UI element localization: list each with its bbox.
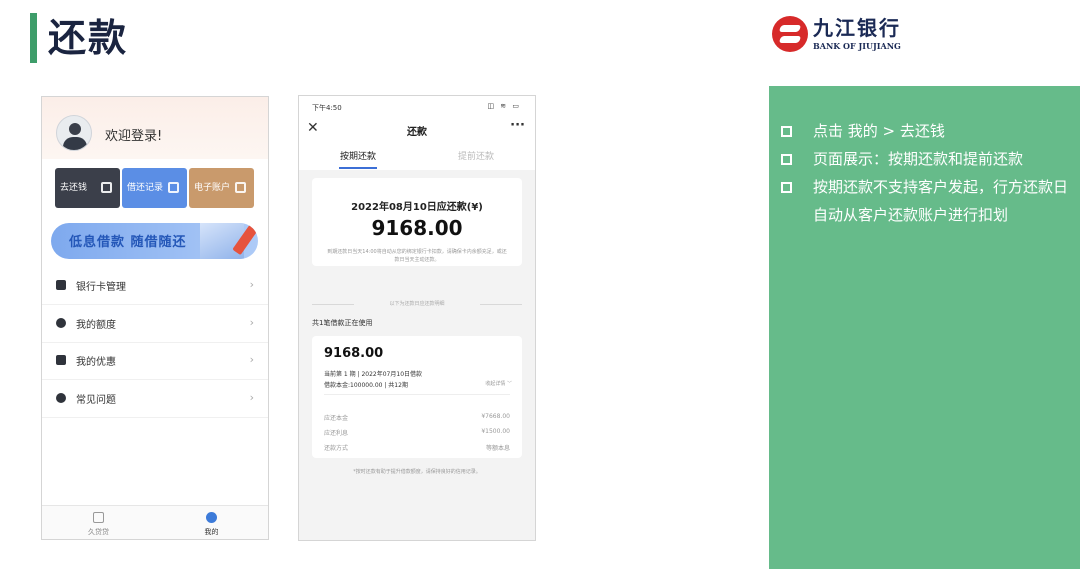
detail-value: ¥7668.00 <box>481 413 510 420</box>
tab-early-repayment[interactable]: 提前还款 <box>417 149 535 162</box>
menu-item-faq[interactable]: 常见问题 › <box>42 380 268 418</box>
active-tab-indicator <box>339 167 377 169</box>
loan-period-line: 当前第 1 期 | 2022年07月10日借款 <box>324 371 423 378</box>
quota-icon <box>56 318 66 328</box>
bullet-list: 点击 我的 > 去还钱 页面展示：按期还款和提前还款 按期还款不支持客户发起，行… <box>781 117 1071 229</box>
detail-key: 应还利息 <box>324 430 349 437</box>
bank-logo: 九江银行 BANK OF JIUJIANG <box>772 16 912 56</box>
card-icon <box>56 280 66 290</box>
auto-debit-note: 到期还款日当天14:00将自动从您的绑定银行卡扣款，请确保卡内余额充足，或还款日… <box>327 249 507 263</box>
detail-key: 应还本金 <box>324 415 349 422</box>
repay-button[interactable]: 去还钱 <box>55 168 120 208</box>
menu-item-label: 我的额度 <box>76 320 116 331</box>
user-tab-icon <box>206 512 217 523</box>
menu-item-label: 银行卡管理 <box>76 282 126 293</box>
e-account-label: 电子账户 <box>194 183 231 193</box>
bank-logo-mark-icon <box>772 16 808 52</box>
details-divider: 以下为还款日应还款明细 <box>312 299 522 309</box>
tab-mine[interactable]: 我的 <box>155 506 268 539</box>
bullet-item: 页面展示：按期还款和提前还款 <box>781 145 1071 173</box>
menu-item-label: 常见问题 <box>76 395 116 406</box>
more-icon[interactable]: ··· <box>510 118 525 133</box>
repay-button-label: 去还钱 <box>60 183 88 193</box>
repayment-type-tabs: 按期还款 提前还款 <box>299 140 535 170</box>
coupon-icon <box>56 355 66 365</box>
loan-records-label: 借还记录 <box>127 183 164 193</box>
bank-name-en: BANK OF JIUJIANG <box>813 41 901 51</box>
square-bullet-icon <box>781 154 792 165</box>
question-icon <box>56 393 66 403</box>
chevron-right-icon: › <box>249 316 254 329</box>
page-title: 还款 <box>48 16 129 60</box>
phone-screenshot-repayment: 下午4:50 ◫ ≋ ▭ ✕ 还款 ··· 按期还款 提前还款 2022年08月… <box>298 95 536 541</box>
tab-loan[interactable]: 久贷贷 <box>42 506 155 539</box>
title-accent-bar <box>30 13 37 63</box>
loan-principal-line: 借款本金:100000.00 | 共12期 <box>324 382 408 389</box>
status-bar: 下午4:50 ◫ ≋ ▭ <box>299 96 535 118</box>
tab-label: 我的 <box>204 528 219 536</box>
info-panel: 点击 我的 > 去还钱 页面展示：按期还款和提前还款 按期还款不支持客户发起，行… <box>769 86 1080 569</box>
detail-value: ¥1500.00 <box>481 428 510 435</box>
avatar[interactable] <box>56 115 92 151</box>
id-card-icon <box>235 182 246 193</box>
detail-row-principal: 应还本金 ¥7668.00 <box>324 413 510 422</box>
welcome-text[interactable]: 欢迎登录! <box>105 125 162 144</box>
loans-in-use-text: 共1笔借款正在使用 <box>312 319 373 327</box>
menu-item-label: 我的优惠 <box>76 357 116 368</box>
bullet-text: 点击 我的 > 去还钱 <box>813 122 945 140</box>
phone-screenshot-my-page: 欢迎登录! 去还钱 借还记录 电子账户 低息借款 随借随还 银行卡管理 › 我的… <box>41 96 269 540</box>
nav-bar: ✕ 还款 ··· <box>299 118 535 140</box>
document-icon <box>168 182 179 193</box>
bottom-tab-bar: 久贷贷 我的 <box>42 505 268 539</box>
divider-text: 以下为还款日应还款明细 <box>389 301 445 307</box>
tab-scheduled-repayment[interactable]: 按期还款 <box>299 149 417 162</box>
credit-footnote: *按时还款有助于提升借款额度，请保持良好的信用记录。 <box>353 469 481 475</box>
status-time: 下午4:50 <box>312 104 342 112</box>
bank-name-cn: 九江银行 <box>813 16 901 40</box>
status-icons: ◫ ≋ ▭ <box>487 102 521 110</box>
collapse-details-toggle[interactable]: 收起详情 ﹀ <box>485 380 512 387</box>
chevron-right-icon: › <box>249 391 254 404</box>
profile-header: 欢迎登录! <box>42 97 268 159</box>
menu-item-bank-card[interactable]: 银行卡管理 › <box>42 267 268 305</box>
bullet-text: 页面展示：按期还款和提前还款 <box>813 150 1024 168</box>
square-bullet-icon <box>781 126 792 137</box>
detail-row-method: 还款方式 等额本息 <box>324 443 510 452</box>
due-date-heading: 2022年08月10日应还款(¥) <box>351 202 483 213</box>
slide: 还款 九江银行 BANK OF JIUJIANG 欢迎登录! 去还钱 借还记录 … <box>0 0 1080 569</box>
detail-value: 等额本息 <box>485 445 510 452</box>
loan-records-button[interactable]: 借还记录 <box>122 168 187 208</box>
chevron-right-icon: › <box>249 353 254 366</box>
due-summary-card: 2022年08月10日应还款(¥) 9168.00 到期还款日当天14:00将自… <box>312 178 522 266</box>
wallet-icon <box>101 182 112 193</box>
detail-key: 还款方式 <box>324 445 349 452</box>
menu-item-coupons[interactable]: 我的优惠 › <box>42 342 268 380</box>
e-account-button[interactable]: 电子账户 <box>189 168 254 208</box>
due-amount: 9168.00 <box>371 216 463 240</box>
nav-title: 还款 <box>407 127 427 138</box>
square-bullet-icon <box>781 182 792 193</box>
bullet-item: 点击 我的 > 去还钱 <box>781 117 1071 145</box>
loan-amount: 9168.00 <box>324 346 384 361</box>
divider <box>324 394 510 395</box>
promo-banner[interactable]: 低息借款 随借随还 <box>51 223 258 259</box>
chevron-right-icon: › <box>249 278 254 291</box>
tab-label: 久贷贷 <box>88 528 109 536</box>
promo-banner-text: 低息借款 随借随还 <box>69 235 187 250</box>
bullet-item: 按期还款不支持客户发起，行方还款日自动从客户还款账户进行扣划 <box>781 173 1071 229</box>
menu-item-quota[interactable]: 我的额度 › <box>42 305 268 343</box>
loan-detail-card: 9168.00 当前第 1 期 | 2022年07月10日借款 借款本金:100… <box>312 336 522 458</box>
detail-row-interest: 应还利息 ¥1500.00 <box>324 428 510 437</box>
bullet-text: 按期还款不支持客户发起，行方还款日自动从客户还款账户进行扣划 <box>813 178 1069 224</box>
loan-tab-icon <box>93 512 104 523</box>
